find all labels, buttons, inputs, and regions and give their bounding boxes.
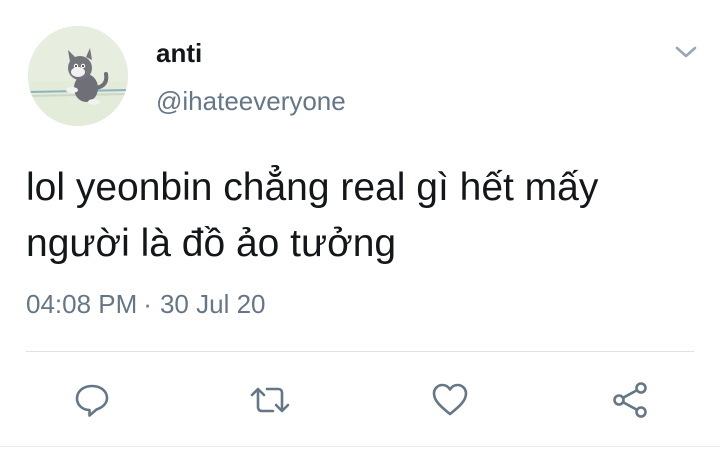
reply-icon bbox=[75, 384, 109, 417]
tweet-text-line-2: người là đồ ảo tưởng bbox=[26, 222, 397, 265]
avatar[interactable] bbox=[28, 26, 128, 126]
bottom-divider bbox=[0, 446, 720, 447]
tweet-time: 04:08 PM bbox=[26, 289, 138, 319]
like-heart-icon bbox=[432, 383, 468, 416]
share-button[interactable] bbox=[606, 376, 654, 424]
tweet-text: lol yeonbin chẳng real gì hết mấy người l… bbox=[26, 160, 696, 272]
cartoon-cat-avatar-icon bbox=[28, 26, 128, 126]
tweet-text-line-1: lol yeonbin chẳng real gì hết mấy bbox=[26, 166, 599, 209]
reply-button[interactable] bbox=[68, 376, 116, 424]
share-icon bbox=[613, 382, 647, 418]
action-bar bbox=[0, 372, 720, 428]
chevron-down-icon[interactable] bbox=[672, 38, 700, 66]
meta-separator: · bbox=[143, 289, 152, 319]
tweet-card: anti @ihateeveryone lol yeonbin chẳng re… bbox=[0, 0, 720, 449]
retweet-button[interactable] bbox=[246, 376, 294, 424]
display-name[interactable]: anti bbox=[156, 38, 202, 68]
tweet-date: 30 Jul 20 bbox=[159, 289, 266, 319]
user-handle[interactable]: @ihateeveryone bbox=[156, 86, 346, 116]
like-button[interactable] bbox=[426, 376, 474, 424]
divider bbox=[26, 351, 694, 352]
tweet-timestamp[interactable]: 04:08 PM · 30 Jul 20 bbox=[26, 288, 266, 320]
retweet-icon bbox=[250, 387, 290, 413]
